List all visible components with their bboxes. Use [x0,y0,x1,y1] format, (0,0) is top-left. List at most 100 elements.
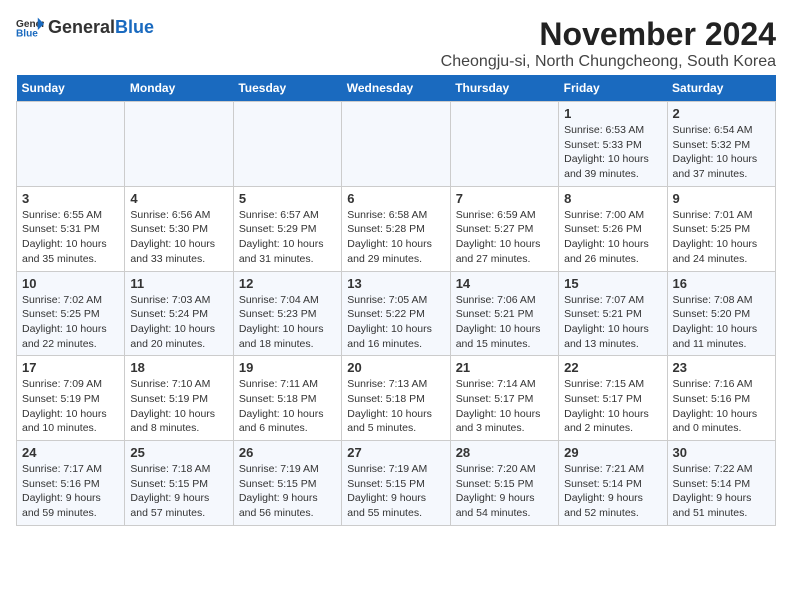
calendar-day-cell: 4 Sunrise: 6:56 AM Sunset: 5:30 PM Daylig… [125,186,233,271]
day-info: Sunrise: 7:20 AM Sunset: 5:15 PM Dayligh… [456,462,553,521]
day-info: Sunrise: 7:01 AM Sunset: 5:25 PM Dayligh… [673,208,770,267]
day-info: Sunrise: 7:09 AM Sunset: 5:19 PM Dayligh… [22,377,119,436]
day-info: Sunrise: 7:21 AM Sunset: 5:14 PM Dayligh… [564,462,661,521]
day-number: 16 [673,276,770,291]
calendar-week-row: 17 Sunrise: 7:09 AM Sunset: 5:19 PM Dayli… [17,356,776,441]
calendar-day-cell: 29 Sunrise: 7:21 AM Sunset: 5:14 PM Dayli… [559,441,667,526]
day-number: 22 [564,360,661,375]
calendar-day-cell: 22 Sunrise: 7:15 AM Sunset: 5:17 PM Dayli… [559,356,667,441]
calendar-day-cell: 2 Sunrise: 6:54 AM Sunset: 5:32 PM Daylig… [667,102,775,187]
calendar-day-cell: 19 Sunrise: 7:11 AM Sunset: 5:18 PM Dayli… [233,356,341,441]
day-info: Sunrise: 7:03 AM Sunset: 5:24 PM Dayligh… [130,293,227,352]
day-number: 17 [22,360,119,375]
calendar-day-cell: 20 Sunrise: 7:13 AM Sunset: 5:18 PM Dayli… [342,356,450,441]
day-number: 13 [347,276,444,291]
logo: General Blue GeneralBlue [16,16,154,38]
calendar-day-cell [233,102,341,187]
day-number: 4 [130,191,227,206]
day-number: 18 [130,360,227,375]
day-number: 7 [456,191,553,206]
header: General Blue GeneralBlue November 2024 C… [16,16,776,71]
day-number: 23 [673,360,770,375]
calendar-body: 1Sunrise: 6:53 AM Sunset: 5:33 PM Daylig… [17,102,776,526]
day-info: Sunrise: 7:00 AM Sunset: 5:26 PM Dayligh… [564,208,661,267]
weekday-header: Monday [125,75,233,102]
day-info: Sunrise: 6:59 AM Sunset: 5:27 PM Dayligh… [456,208,553,267]
day-number: 25 [130,445,227,460]
page-title: November 2024 [441,16,776,53]
calendar-day-cell [450,102,558,187]
day-info: Sunrise: 7:05 AM Sunset: 5:22 PM Dayligh… [347,293,444,352]
day-info: Sunrise: 7:08 AM Sunset: 5:20 PM Dayligh… [673,293,770,352]
day-number: 27 [347,445,444,460]
day-info: Sunrise: 7:14 AM Sunset: 5:17 PM Dayligh… [456,377,553,436]
title-block: November 2024 Cheongju-si, North Chungch… [441,16,776,71]
weekday-header: Saturday [667,75,775,102]
calendar-week-row: 24Sunrise: 7:17 AM Sunset: 5:16 PM Dayli… [17,441,776,526]
calendar-day-cell: 6 Sunrise: 6:58 AM Sunset: 5:28 PM Daylig… [342,186,450,271]
day-info: Sunrise: 6:56 AM Sunset: 5:30 PM Dayligh… [130,208,227,267]
logo-blue: Blue [115,17,154,38]
day-number: 11 [130,276,227,291]
day-info: Sunrise: 7:16 AM Sunset: 5:16 PM Dayligh… [673,377,770,436]
day-info: Sunrise: 7:04 AM Sunset: 5:23 PM Dayligh… [239,293,336,352]
day-info: Sunrise: 7:11 AM Sunset: 5:18 PM Dayligh… [239,377,336,436]
day-info: Sunrise: 6:58 AM Sunset: 5:28 PM Dayligh… [347,208,444,267]
day-number: 2 [673,106,770,121]
calendar-day-cell: 3 Sunrise: 6:55 AM Sunset: 5:31 PM Daylig… [17,186,125,271]
calendar-day-cell: 7 Sunrise: 6:59 AM Sunset: 5:27 PM Daylig… [450,186,558,271]
calendar-day-cell: 23 Sunrise: 7:16 AM Sunset: 5:16 PM Dayli… [667,356,775,441]
day-number: 12 [239,276,336,291]
calendar-day-cell: 11 Sunrise: 7:03 AM Sunset: 5:24 PM Dayli… [125,271,233,356]
calendar-day-cell: 18 Sunrise: 7:10 AM Sunset: 5:19 PM Dayli… [125,356,233,441]
day-info: Sunrise: 7:06 AM Sunset: 5:21 PM Dayligh… [456,293,553,352]
calendar-day-cell: 17 Sunrise: 7:09 AM Sunset: 5:19 PM Dayli… [17,356,125,441]
calendar-day-cell: 27 Sunrise: 7:19 AM Sunset: 5:15 PM Dayli… [342,441,450,526]
day-number: 10 [22,276,119,291]
day-number: 8 [564,191,661,206]
calendar-day-cell [342,102,450,187]
day-info: Sunrise: 7:13 AM Sunset: 5:18 PM Dayligh… [347,377,444,436]
day-number: 3 [22,191,119,206]
day-info: Sunrise: 7:02 AM Sunset: 5:25 PM Dayligh… [22,293,119,352]
weekday-header: Friday [559,75,667,102]
calendar-week-row: 1Sunrise: 6:53 AM Sunset: 5:33 PM Daylig… [17,102,776,187]
day-number: 24 [22,445,119,460]
calendar-day-cell: 28 Sunrise: 7:20 AM Sunset: 5:15 PM Dayli… [450,441,558,526]
day-number: 26 [239,445,336,460]
day-info: Sunrise: 7:19 AM Sunset: 5:15 PM Dayligh… [239,462,336,521]
weekday-header: Wednesday [342,75,450,102]
calendar-day-cell: 15Sunrise: 7:07 AM Sunset: 5:21 PM Dayli… [559,271,667,356]
calendar-day-cell: 26 Sunrise: 7:19 AM Sunset: 5:15 PM Dayli… [233,441,341,526]
calendar-day-cell [17,102,125,187]
day-info: Sunrise: 7:10 AM Sunset: 5:19 PM Dayligh… [130,377,227,436]
svg-text:Blue: Blue [16,28,38,38]
day-number: 6 [347,191,444,206]
calendar-day-cell: 25 Sunrise: 7:18 AM Sunset: 5:15 PM Dayli… [125,441,233,526]
day-info: Sunrise: 6:57 AM Sunset: 5:29 PM Dayligh… [239,208,336,267]
day-number: 15 [564,276,661,291]
day-info: Sunrise: 7:18 AM Sunset: 5:15 PM Dayligh… [130,462,227,521]
logo-icon: General Blue [16,16,44,38]
calendar-day-cell: 30 Sunrise: 7:22 AM Sunset: 5:14 PM Dayli… [667,441,775,526]
calendar-table: SundayMondayTuesdayWednesdayThursdayFrid… [16,75,776,526]
day-number: 30 [673,445,770,460]
weekday-header-row: SundayMondayTuesdayWednesdayThursdayFrid… [17,75,776,102]
day-number: 28 [456,445,553,460]
day-info: Sunrise: 7:19 AM Sunset: 5:15 PM Dayligh… [347,462,444,521]
day-info: Sunrise: 7:22 AM Sunset: 5:14 PM Dayligh… [673,462,770,521]
day-number: 5 [239,191,336,206]
day-info: Sunrise: 6:55 AM Sunset: 5:31 PM Dayligh… [22,208,119,267]
day-info: Sunrise: 7:15 AM Sunset: 5:17 PM Dayligh… [564,377,661,436]
day-number: 20 [347,360,444,375]
day-number: 29 [564,445,661,460]
day-info: Sunrise: 6:54 AM Sunset: 5:32 PM Dayligh… [673,123,770,182]
day-number: 19 [239,360,336,375]
calendar-day-cell: 5 Sunrise: 6:57 AM Sunset: 5:29 PM Daylig… [233,186,341,271]
weekday-header: Thursday [450,75,558,102]
weekday-header: Sunday [17,75,125,102]
calendar-day-cell: 13 Sunrise: 7:05 AM Sunset: 5:22 PM Dayli… [342,271,450,356]
calendar-day-cell: 21Sunrise: 7:14 AM Sunset: 5:17 PM Dayli… [450,356,558,441]
logo-general: General [48,17,115,38]
calendar-day-cell: 10 Sunrise: 7:02 AM Sunset: 5:25 PM Dayli… [17,271,125,356]
